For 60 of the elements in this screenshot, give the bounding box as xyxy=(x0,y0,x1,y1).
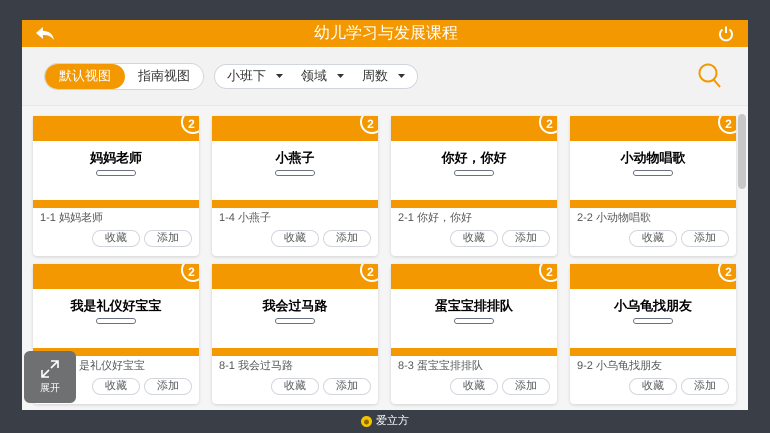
favorite-button[interactable]: 收藏 xyxy=(450,378,498,395)
window-title: 幼儿学习与发展课程 xyxy=(314,24,458,44)
filter-dropdown[interactable]: 小班下 xyxy=(227,66,283,86)
caret-icon xyxy=(276,74,283,78)
number-badge: 2 xyxy=(360,264,378,282)
thumbnail-title: 妈妈老师 xyxy=(90,151,142,164)
number-badge: 2 xyxy=(718,264,736,282)
thumbnail-title: 小乌龟找朋友 xyxy=(614,299,692,312)
filter-dropdown[interactable]: 领域 xyxy=(301,66,344,86)
add-button[interactable]: 添加 xyxy=(681,230,729,247)
expand-button[interactable]: 展开 xyxy=(24,351,76,403)
course-label: 8-1 我会过马路 xyxy=(219,360,293,374)
course-label: 是礼仪好宝宝 xyxy=(79,360,145,374)
thumbnail-title: 我会过马路 xyxy=(262,299,328,312)
course-card[interactable]: 蛋宝宝排排队 2 8-3 蛋宝宝排排队 收藏 添加 xyxy=(391,264,557,404)
filter-dropdown[interactable]: 周数 xyxy=(362,66,405,86)
thumbnail-title: 小燕子 xyxy=(276,151,314,164)
brand-name: 爱立方 xyxy=(376,414,409,430)
add-button[interactable]: 添加 xyxy=(502,230,550,247)
course-label: 1-1 妈妈老师 xyxy=(40,212,103,226)
course-card[interactable]: 小燕子 2 1-4 小燕子 收藏 添加 xyxy=(212,116,378,256)
number-badge: 2 xyxy=(539,264,557,282)
add-button[interactable]: 添加 xyxy=(502,378,550,395)
add-button[interactable]: 添加 xyxy=(323,378,371,395)
number-badge: 2 xyxy=(360,116,378,134)
add-button[interactable]: 添加 xyxy=(681,378,729,395)
course-label: 2-1 你好，你好 xyxy=(398,212,472,226)
favorite-button[interactable]: 收藏 xyxy=(629,230,677,247)
power-icon[interactable] xyxy=(718,26,734,42)
expand-icon xyxy=(41,360,59,378)
course-label: 8-3 蛋宝宝排排队 xyxy=(398,360,483,374)
thumbnail-title: 蛋宝宝排排队 xyxy=(435,299,513,312)
favorite-button[interactable]: 收藏 xyxy=(92,230,140,247)
search-icon[interactable] xyxy=(698,63,722,89)
add-button[interactable]: 添加 xyxy=(144,378,192,395)
favorite-button[interactable]: 收藏 xyxy=(629,378,677,395)
favorite-button[interactable]: 收藏 xyxy=(92,378,140,395)
thumbnail-title: 你好，你好 xyxy=(442,151,506,164)
back-icon[interactable] xyxy=(36,26,54,40)
number-badge: 2 xyxy=(181,264,199,282)
number-badge: 2 xyxy=(539,116,557,134)
logo-icon xyxy=(361,416,372,427)
course-label: 9-2 小乌龟找朋友 xyxy=(577,360,662,374)
course-label: 2-2 小动物唱歌 xyxy=(577,212,651,226)
thumbnail-title: 我是礼仪好宝宝 xyxy=(70,299,162,312)
course-card[interactable]: 小动物唱歌 2 2-2 小动物唱歌 收藏 添加 xyxy=(570,116,736,256)
add-button[interactable]: 添加 xyxy=(144,230,192,247)
caret-icon xyxy=(398,74,405,78)
thumbnail-title: 小动物唱歌 xyxy=(620,151,686,164)
favorite-button[interactable]: 收藏 xyxy=(271,230,319,247)
number-badge: 2 xyxy=(181,116,199,134)
favorite-button[interactable]: 收藏 xyxy=(271,378,319,395)
course-card[interactable]: 你好，你好 2 2-1 你好，你好 收藏 添加 xyxy=(391,116,557,256)
add-button[interactable]: 添加 xyxy=(323,230,371,247)
course-label: 1-4 小燕子 xyxy=(219,212,271,226)
caret-icon xyxy=(337,74,344,78)
course-card[interactable]: 妈妈老师 2 1-1 妈妈老师 收藏 添加 xyxy=(33,116,199,256)
course-card[interactable]: 我会过马路 2 8-1 我会过马路 收藏 添加 xyxy=(212,264,378,404)
favorite-button[interactable]: 收藏 xyxy=(450,230,498,247)
course-card[interactable]: 小乌龟找朋友 2 9-2 小乌龟找朋友 收藏 添加 xyxy=(570,264,736,404)
